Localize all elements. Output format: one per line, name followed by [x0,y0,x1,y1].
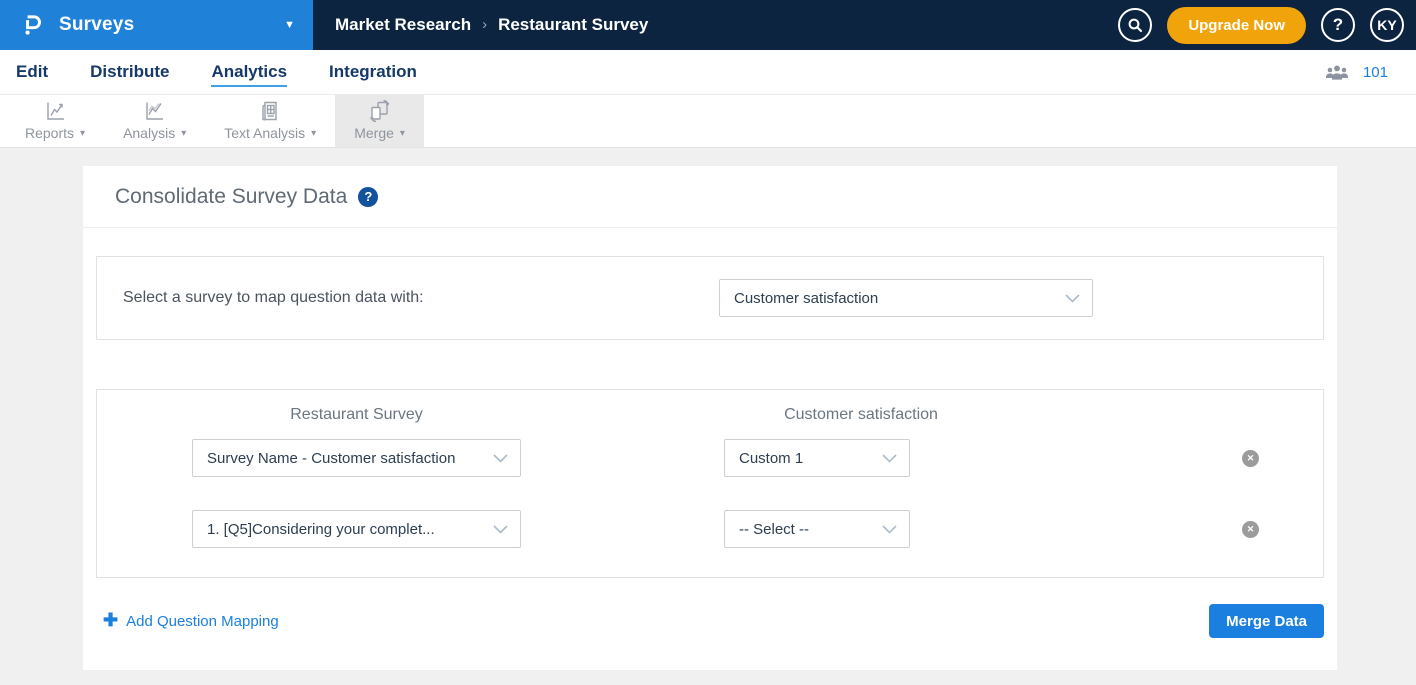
page-background: Consolidate Survey Data ? Select a surve… [0,148,1416,685]
help-button[interactable]: ? [1321,8,1355,42]
chevron-down-icon: ▼ [284,19,295,31]
app-name: Surveys [59,14,134,36]
breadcrumb: Market Research › Restaurant Survey [335,0,648,50]
chevron-down-icon [493,525,508,534]
respondents-count: 101 [1363,64,1388,81]
merge-icon [367,99,392,123]
respondents-group-icon [1324,63,1350,81]
chevron-down-icon [1065,294,1080,303]
question-mark-icon: ? [1333,15,1343,35]
toolbar-analysis[interactable]: Analysis ▾ [104,95,205,147]
breadcrumb-current: Restaurant Survey [498,15,648,35]
consolidate-card: Consolidate Survey Data ? Select a surve… [83,166,1337,670]
toolbar-merge-label: Merge [354,125,394,141]
chevron-down-icon: ▾ [311,128,316,139]
question-mapping-section: Restaurant Survey Customer satisfaction … [96,389,1324,578]
analytics-toolbar: Reports▾ Analysis▾ Text Analysis▾ M [0,95,1416,148]
card-footer: ✚ Add Question Mapping Merge Data [96,604,1324,638]
main-nav: Edit Distribute Analytics Integration 10… [0,50,1416,95]
breadcrumb-separator-icon: › [482,16,487,33]
upgrade-now-button[interactable]: Upgrade Now [1167,7,1306,44]
chevron-down-icon [493,454,508,463]
analysis-icon [142,99,167,123]
chevron-down-icon: ▾ [181,128,186,139]
toolbar-reports-label: Reports [25,125,74,141]
mapping-row: Survey Name - Customer satisfaction Cust… [97,439,1323,477]
respondents-summary[interactable]: 101 [1324,63,1388,81]
tab-analytics[interactable]: Analytics [211,62,287,82]
mapping-column-headers: Restaurant Survey Customer satisfaction [97,406,1323,424]
tab-integration[interactable]: Integration [329,62,417,82]
app-switcher[interactable]: Surveys ▼ [0,0,313,50]
toolbar-text-analysis[interactable]: Text Analysis ▾ [205,95,335,147]
reports-icon [43,99,68,123]
source-question-dropdown[interactable]: Survey Name - Customer satisfaction [192,439,521,477]
avatar[interactable]: KY [1370,8,1404,42]
chevron-down-icon [882,454,897,463]
tab-distribute[interactable]: Distribute [90,62,169,82]
chevron-down-icon: ▾ [400,128,405,139]
survey-picker-section: Select a survey to map question data wit… [96,256,1324,340]
avatar-initials: KY [1377,17,1396,33]
search-icon [1127,17,1143,33]
proprofs-logo-icon [20,12,46,38]
chevron-down-icon [882,525,897,534]
text-analysis-icon [258,99,283,123]
toolbar-merge[interactable]: Merge ▾ [335,95,424,147]
target-survey-header: Customer satisfaction [696,406,1026,424]
target-question-dropdown[interactable]: -- Select -- [724,510,910,548]
toolbar-text-analysis-label: Text Analysis [224,125,305,141]
title-help-icon[interactable]: ? [358,187,378,207]
source-question-dropdown[interactable]: 1. [Q5]Considering your complet... [192,510,521,548]
top-actions: Upgrade Now ? KY [1118,0,1416,50]
remove-mapping-icon[interactable]: ✕ [1242,521,1259,538]
card-header: Consolidate Survey Data ? [83,166,1337,228]
top-bar: Surveys ▼ Market Research › Restaurant S… [0,0,1416,50]
add-question-mapping-link[interactable]: ✚ Add Question Mapping [103,612,279,630]
mapping-row: 1. [Q5]Considering your complet... -- Se… [97,510,1323,548]
source-survey-header: Restaurant Survey [192,406,521,424]
survey-select-value: Customer satisfaction [734,290,878,307]
target-question-dropdown[interactable]: Custom 1 [724,439,910,477]
breadcrumb-parent[interactable]: Market Research [335,15,471,35]
plus-icon: ✚ [103,611,118,629]
survey-picker-label: Select a survey to map question data wit… [123,289,424,307]
survey-select-dropdown[interactable]: Customer satisfaction [719,279,1093,317]
remove-mapping-icon[interactable]: ✕ [1242,450,1259,467]
page-title: Consolidate Survey Data [115,185,347,209]
toolbar-analysis-label: Analysis [123,125,175,141]
chevron-down-icon: ▾ [80,128,85,139]
merge-data-button[interactable]: Merge Data [1209,604,1324,638]
add-question-mapping-label: Add Question Mapping [126,613,279,630]
toolbar-reports[interactable]: Reports ▾ [6,95,104,147]
search-button[interactable] [1118,8,1152,42]
tab-edit[interactable]: Edit [16,62,48,82]
